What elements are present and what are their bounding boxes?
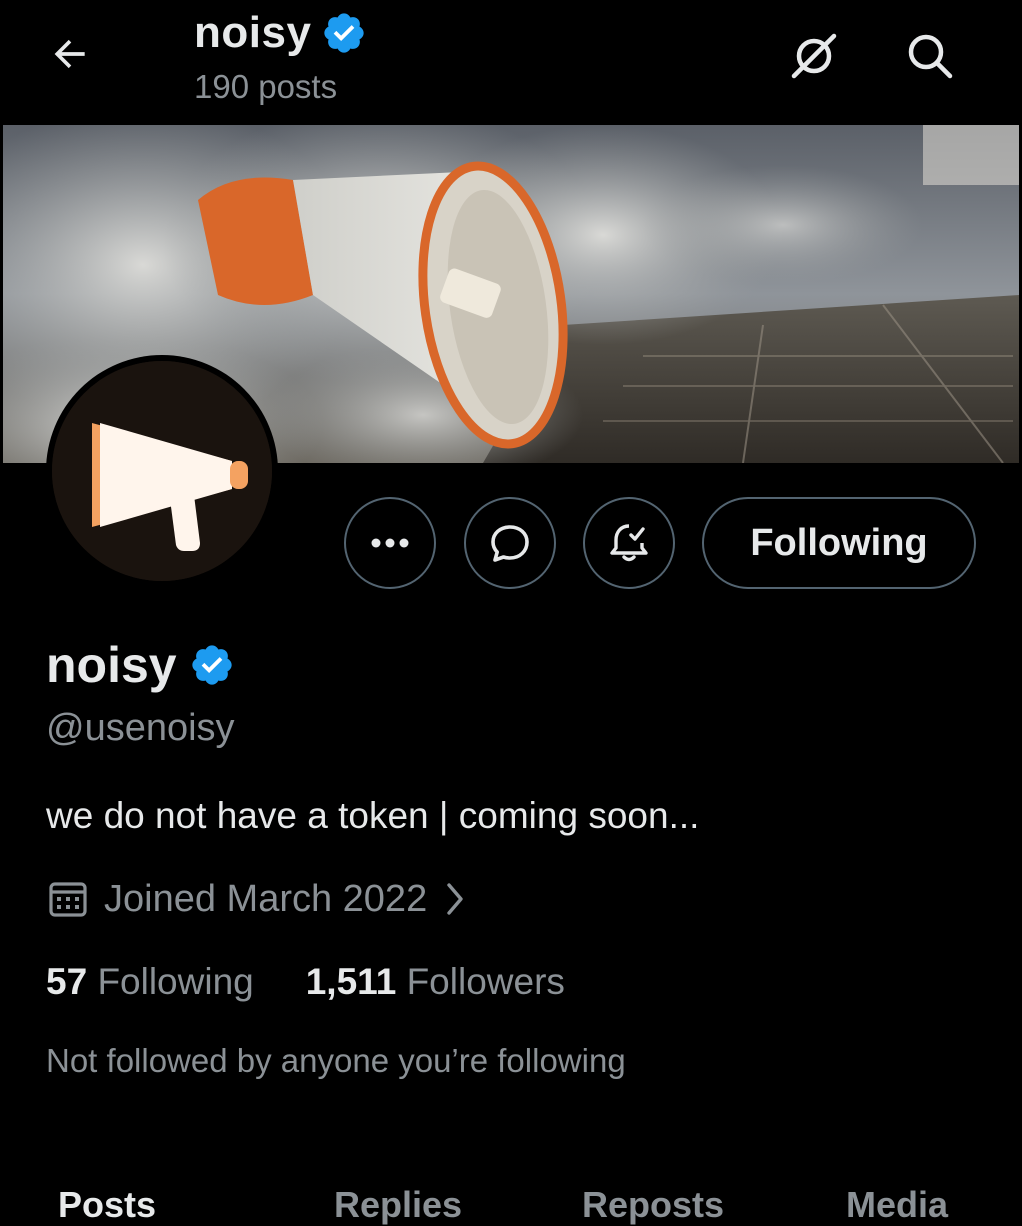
- followers-stat[interactable]: 1,511 Followers: [306, 961, 565, 1003]
- follow-stats: 57 Following 1,511 Followers: [46, 961, 565, 1003]
- megaphone-logo-icon: [52, 361, 272, 581]
- arrow-left-icon: [54, 39, 85, 69]
- verified-badge-icon[interactable]: [189, 642, 235, 688]
- profile-bio: we do not have a token | coming soon...: [46, 795, 700, 836]
- calendar-icon: [49, 882, 87, 917]
- more-dots-icon: [371, 538, 409, 548]
- tab-media[interactable]: Media: [846, 1184, 948, 1226]
- joined-label: Joined March 2022: [104, 877, 428, 920]
- tab-posts[interactable]: Posts: [58, 1184, 156, 1226]
- followers-stat-label: Followers: [406, 961, 565, 1002]
- not-followed-note: Not followed by anyone you’re following: [46, 1042, 626, 1079]
- joined-date[interactable]: Joined March 2022: [46, 877, 469, 921]
- back-button[interactable]: [44, 28, 96, 80]
- grok-button[interactable]: [786, 28, 842, 84]
- following-stat[interactable]: 57 Following: [46, 961, 254, 1003]
- tab-replies[interactable]: Replies: [334, 1184, 462, 1226]
- profile-name: noisy: [46, 637, 177, 693]
- profile-handle: @usenoisy: [46, 707, 235, 749]
- search-button[interactable]: [902, 28, 958, 84]
- top-title: noisy: [194, 8, 367, 58]
- chevron-right-icon: [447, 883, 463, 915]
- search-icon: [908, 34, 953, 79]
- verified-badge-icon: [324, 13, 365, 53]
- top-title-name: noisy: [194, 8, 312, 57]
- followers-count: 1,511: [305, 961, 397, 1002]
- notify-button[interactable]: [583, 497, 675, 589]
- slashed-circle-icon: [791, 33, 837, 79]
- profile-tabs: Posts Replies Reposts Media: [0, 1178, 1022, 1225]
- following-button[interactable]: Following: [702, 497, 976, 589]
- message-button[interactable]: [464, 497, 556, 589]
- following-stat-label: Following: [97, 961, 254, 1002]
- message-bubble-icon: [491, 525, 529, 562]
- more-button[interactable]: [344, 497, 436, 589]
- top-bar: noisy 190 posts: [0, 0, 1022, 125]
- avatar[interactable]: [46, 355, 278, 587]
- following-count: 57: [46, 961, 88, 1002]
- tab-reposts[interactable]: Reposts: [582, 1184, 724, 1226]
- posts-count: 190 posts: [194, 68, 338, 105]
- bell-check-icon: [610, 524, 648, 562]
- profile-name-row: noisy: [46, 636, 235, 694]
- avatar-image: [52, 361, 272, 581]
